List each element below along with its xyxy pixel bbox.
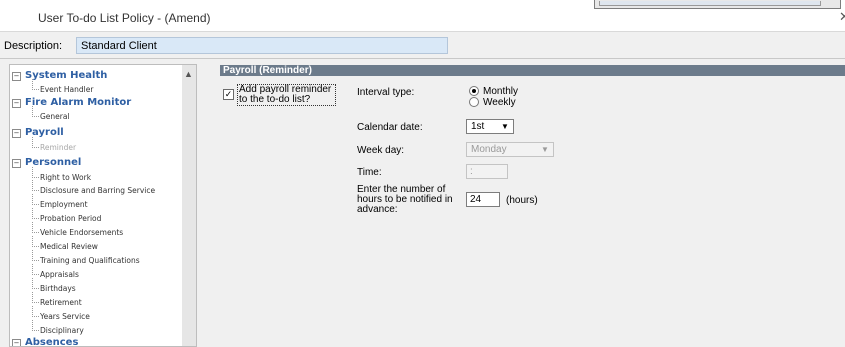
hours-unit-label: (hours) <box>506 195 538 206</box>
description-input[interactable] <box>76 37 448 54</box>
interval-type-label: Interval type: <box>357 87 415 98</box>
radio-weekly[interactable] <box>469 97 479 107</box>
hours-notice-input[interactable]: 24 <box>466 192 500 207</box>
week-day-label: Week day: <box>357 145 405 156</box>
description-label: Description: <box>4 40 63 52</box>
tree-item-birthdays[interactable]: Birthdays <box>32 278 76 293</box>
collapse-icon[interactable]: − <box>12 72 21 81</box>
radio-weekly-label[interactable]: Weekly <box>483 97 516 108</box>
tree-item-disclosure-and-barring-service[interactable]: Disclosure and Barring Service <box>31 180 155 195</box>
calendar-date-label: Calendar date: <box>357 122 423 133</box>
tree-category-label: Absences <box>25 337 79 347</box>
divider <box>0 58 845 59</box>
tree-item-years-service[interactable]: Years Service <box>32 306 90 321</box>
tree-item-retirement[interactable]: Retirement <box>32 292 82 307</box>
tree-item-general[interactable]: General <box>32 106 70 121</box>
collapse-icon[interactable]: − <box>12 339 21 346</box>
reminder-checkbox-label[interactable]: Add payroll reminder to the to-do list? <box>237 84 336 106</box>
tree-item-event-handler[interactable]: Event Handler <box>31 79 93 94</box>
calendar-date-value: 1st <box>471 121 485 132</box>
tree-item-disciplinary[interactable]: Disciplinary <box>32 320 84 335</box>
week-day-select[interactable]: Monday ▼ <box>466 142 554 157</box>
radio-monthly[interactable] <box>469 86 479 96</box>
tree-category-absences[interactable]: − Absences <box>12 337 79 347</box>
collapse-icon[interactable]: − <box>12 129 21 138</box>
tree-item-right-to-work[interactable]: Right to Work <box>31 167 91 182</box>
tree-item-appraisals[interactable]: Appraisals <box>32 264 79 279</box>
chevron-down-icon[interactable]: ▼ <box>538 144 552 155</box>
tree-item-vehicle-endorsements[interactable]: Vehicle Endorsements <box>31 222 123 237</box>
background-window-edge <box>594 0 841 9</box>
section-title: Payroll (Reminder) <box>223 65 312 76</box>
collapse-icon[interactable]: − <box>12 99 21 108</box>
tree-category-label: Fire Alarm Monitor <box>25 97 132 108</box>
chevron-down-icon[interactable]: ▼ <box>498 121 512 132</box>
tree-item-employment[interactable]: Employment <box>32 194 88 209</box>
collapse-icon[interactable]: − <box>12 159 21 168</box>
radio-monthly-label[interactable]: Monthly <box>483 86 518 97</box>
tree-item-training-and-qualifications[interactable]: Training and Qualifications <box>32 250 140 265</box>
scroll-up-icon[interactable]: ▲ <box>184 69 193 79</box>
week-day-value: Monday <box>471 144 507 155</box>
tree-category-payroll[interactable]: − Payroll <box>12 127 64 138</box>
tree-category-label: Payroll <box>25 127 64 138</box>
tree-item-reminder[interactable]: Reminder <box>31 137 76 152</box>
tree-category-fire-alarm-monitor[interactable]: − Fire Alarm Monitor <box>12 97 132 108</box>
section-header: Payroll (Reminder) <box>220 65 845 76</box>
hours-notice-label: Enter the number of hours to be notified… <box>357 184 453 215</box>
calendar-date-select[interactable]: 1st ▼ <box>466 119 514 134</box>
title-bar: User To-do List Policy - (Amend) ✕ <box>0 0 845 32</box>
tree-item-medical-review[interactable]: Medical Review <box>32 236 98 251</box>
window-title: User To-do List Policy - (Amend) <box>38 11 211 25</box>
tree-item-probation-period[interactable]: Probation Period <box>31 208 101 223</box>
time-field[interactable]: : <box>466 164 508 179</box>
reminder-checkbox[interactable]: ✓ <box>223 89 234 100</box>
close-icon[interactable]: ✕ <box>839 9 845 25</box>
time-label: Time: <box>357 167 382 178</box>
category-tree[interactable]: − System Health Event Handler − Fire Ala… <box>9 64 197 347</box>
tree-scrollbar[interactable]: ▲ <box>182 65 196 346</box>
